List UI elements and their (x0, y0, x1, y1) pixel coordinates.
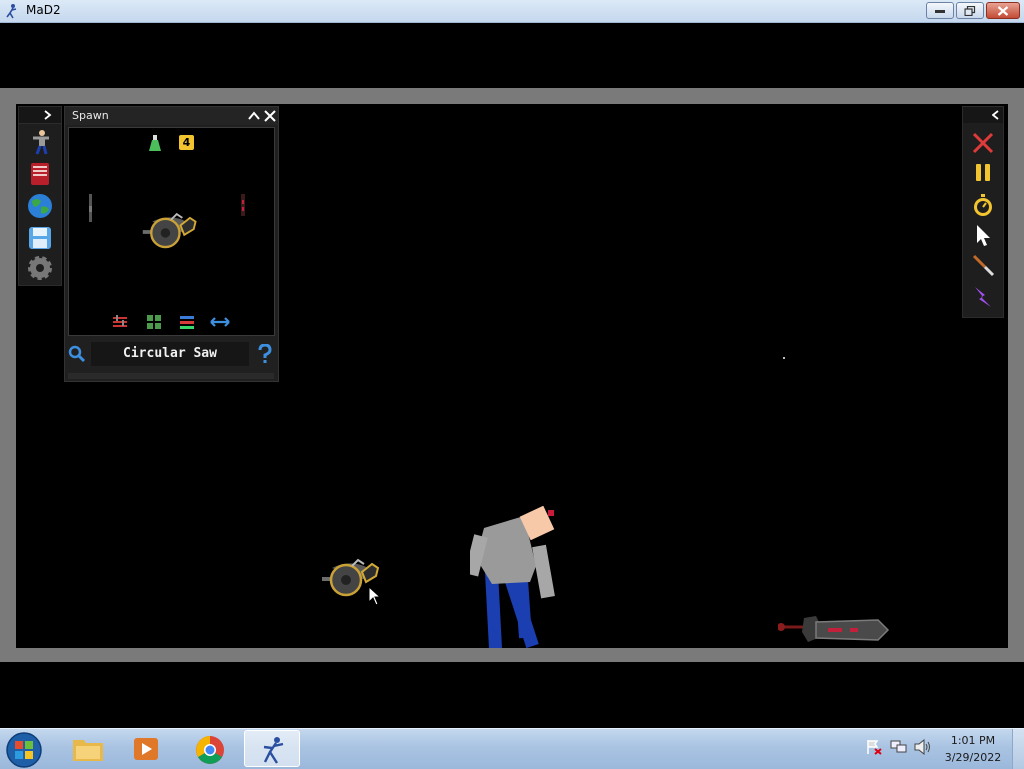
sliders-icon[interactable] (112, 314, 128, 330)
spawn-panel-title: Spawn (72, 109, 109, 122)
taskbar-explorer[interactable] (60, 730, 116, 767)
collapse-arrow-icon[interactable] (992, 110, 1000, 120)
settings-gear-icon[interactable] (27, 255, 53, 281)
selected-item-name[interactable]: Circular Saw (91, 342, 249, 366)
volume-speaker-icon[interactable] (914, 739, 932, 755)
close-window-button[interactable] (986, 2, 1020, 19)
spawn-search-row: Circular Saw (65, 340, 278, 370)
right-toolbar (962, 106, 1004, 318)
action-center-flag-icon[interactable] (866, 739, 882, 755)
network-icon[interactable] (890, 739, 908, 755)
taskbar-media-player[interactable] (118, 730, 174, 767)
spawn-panel-footer (68, 373, 274, 379)
red-book-icon[interactable] (27, 161, 53, 187)
item-count-badge: 4 (179, 135, 194, 150)
lightning-icon[interactable] (971, 285, 995, 309)
windows-start-orb-icon[interactable] (6, 732, 42, 768)
prev-item-arrow-icon[interactable] (88, 194, 94, 224)
system-clock[interactable]: 1:01 PM 3/29/2022 (940, 732, 1006, 766)
ragdoll-human[interactable] (470, 506, 560, 648)
clock-date: 3/29/2022 (944, 751, 1002, 764)
delete-x-icon[interactable] (971, 131, 995, 155)
stopwatch-icon[interactable] (971, 193, 995, 217)
app-icon (6, 4, 17, 19)
list-view-icon[interactable] (179, 314, 195, 330)
grid-view-icon[interactable] (146, 314, 162, 330)
pointer-cursor-icon[interactable] (971, 223, 995, 247)
potion-flask-icon[interactable] (148, 135, 162, 153)
mad2-app-icon (263, 737, 284, 764)
spawn-panel: Spawn 4 Circular Saw (64, 106, 279, 382)
taskbar-chrome[interactable] (182, 730, 238, 767)
minimize-button[interactable] (926, 2, 954, 19)
close-panel-icon[interactable] (264, 110, 276, 122)
chrome-icon (196, 736, 224, 764)
pause-icon[interactable] (971, 161, 995, 185)
expand-arrow-icon[interactable] (44, 110, 52, 120)
save-disk-icon[interactable] (27, 225, 53, 251)
left-toolbar-header (19, 107, 61, 124)
mouse-cursor-icon (368, 586, 382, 606)
minimize-icon (935, 9, 945, 13)
ragdoll-tool-icon[interactable] (27, 129, 53, 155)
close-icon (997, 5, 1009, 16)
show-desktop-button[interactable] (1012, 729, 1024, 769)
help-question-icon[interactable] (258, 344, 272, 364)
folder-icon (73, 740, 103, 761)
collapse-chevron-up-icon[interactable] (248, 111, 260, 121)
particle (783, 357, 785, 359)
search-icon[interactable] (68, 345, 86, 363)
window-titlebar: MaD2 (0, 0, 1024, 23)
left-toolbar (18, 106, 62, 286)
clock-time: 1:01 PM (950, 734, 996, 747)
media-player-icon (134, 738, 158, 760)
restore-icon (964, 5, 976, 16)
swap-arrows-icon[interactable] (210, 316, 230, 328)
spawn-preview[interactable]: 4 (68, 127, 275, 336)
window-title: MaD2 (26, 3, 61, 17)
taskbar-mad2[interactable] (244, 730, 300, 767)
taskbar: 1:01 PM 3/29/2022 (0, 728, 1024, 769)
spawn-panel-header: Spawn (65, 107, 278, 125)
restore-button[interactable] (956, 2, 984, 19)
sword-object[interactable] (778, 614, 890, 648)
next-item-arrow-icon[interactable] (240, 194, 246, 218)
knife-tool-icon[interactable] (971, 253, 995, 277)
circular-saw-preview-icon[interactable] (139, 210, 205, 254)
right-toolbar-header (963, 107, 1003, 123)
globe-icon[interactable] (27, 193, 53, 219)
